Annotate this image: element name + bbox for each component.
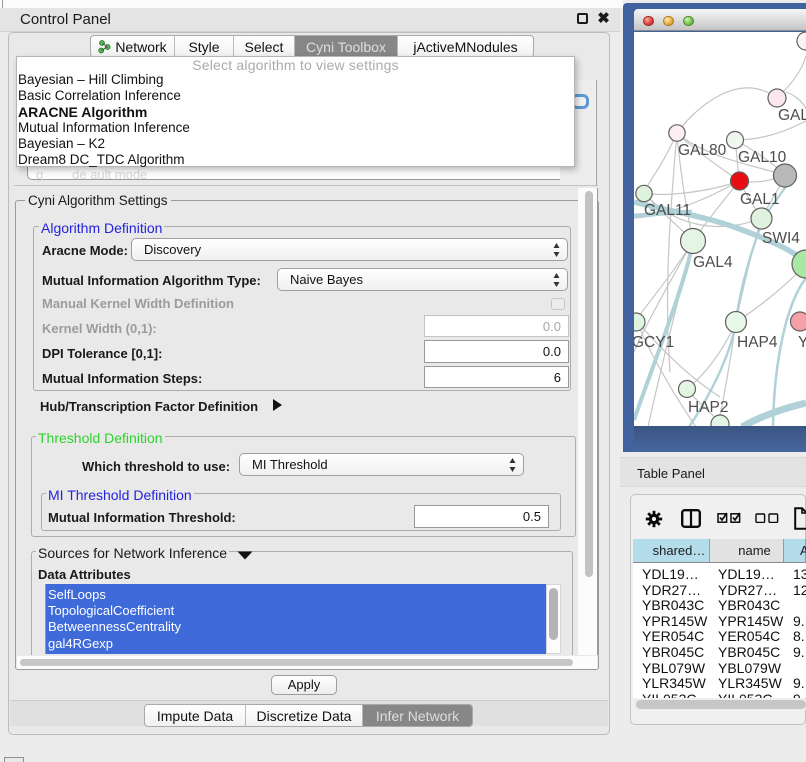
svg-text:GAL80: GAL80	[678, 142, 727, 159]
svg-text:GAL80: GAL80	[778, 107, 806, 124]
svg-text:GAL10: GAL10	[738, 149, 787, 166]
svg-text:GCY1: GCY1	[634, 334, 674, 351]
svg-text:Y: Y	[798, 334, 806, 351]
svg-text:HAP4: HAP4	[737, 334, 778, 351]
svg-text:GAL1: GAL1	[740, 191, 780, 208]
svg-text:HAP2: HAP2	[688, 399, 729, 416]
svg-text:GAL4: GAL4	[693, 254, 733, 271]
svg-text:SWI4: SWI4	[762, 230, 800, 247]
svg-text:GAL11: GAL11	[644, 202, 691, 219]
